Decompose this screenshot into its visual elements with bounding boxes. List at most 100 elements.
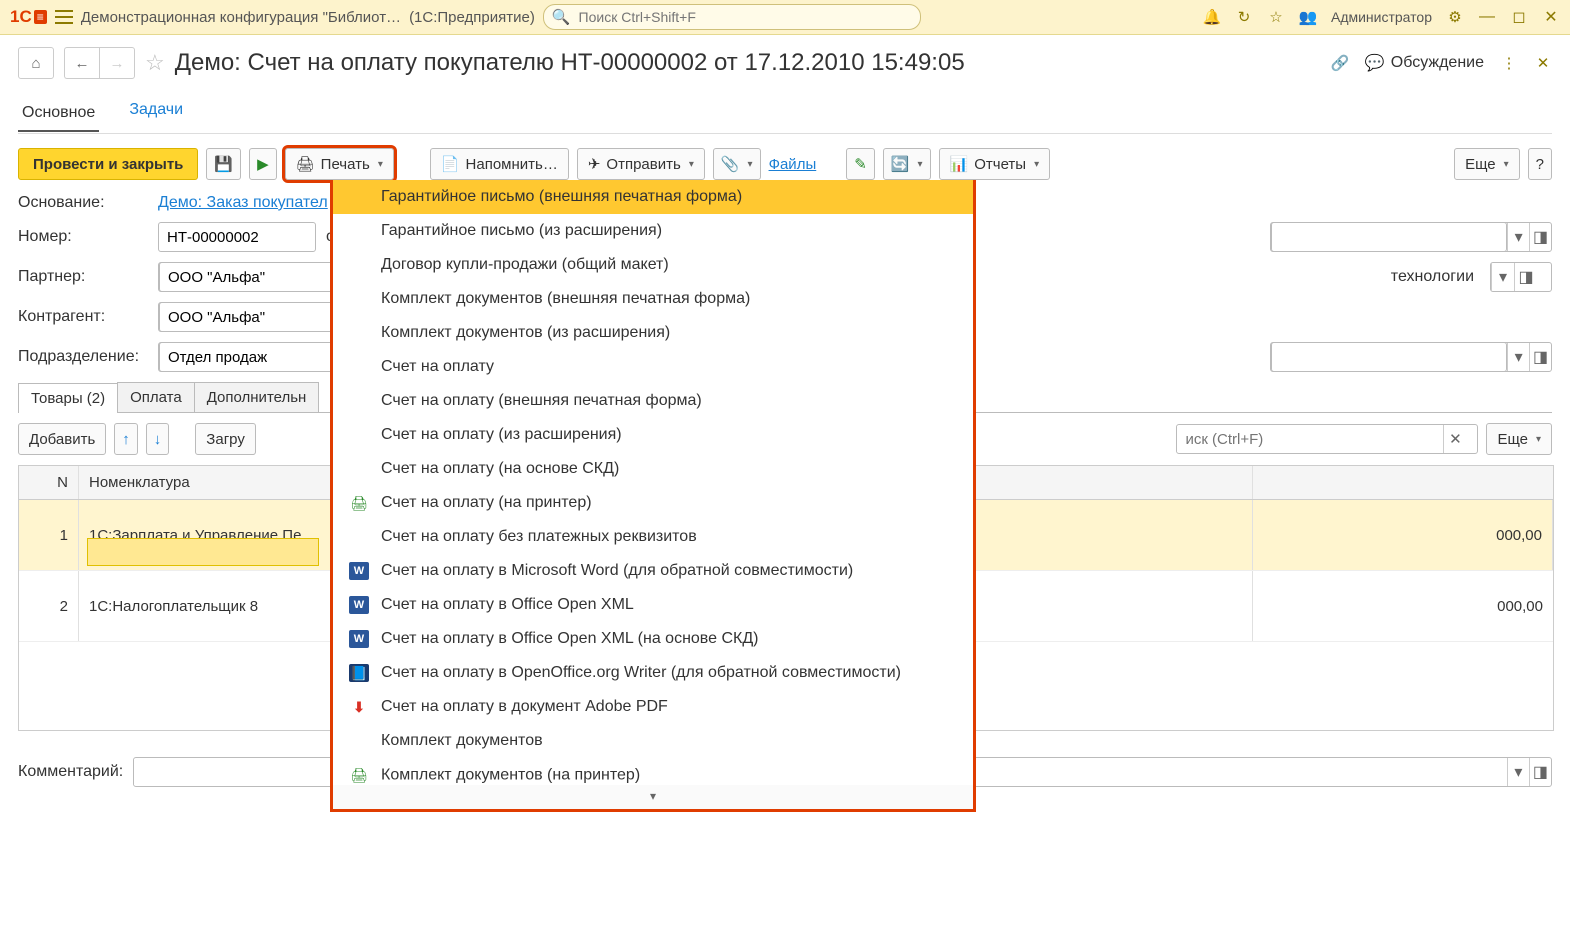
- tab-payment[interactable]: Оплата: [117, 382, 195, 412]
- post-close-button[interactable]: Провести и закрыть: [18, 148, 198, 180]
- maximize-button[interactable]: ◻: [1510, 8, 1528, 26]
- remind-button[interactable]: 📄 Напомнить…: [430, 148, 569, 180]
- print-menu-item[interactable]: ⬇Счет на оплату в документ Adobe PDF: [333, 690, 973, 724]
- odt-icon: 📘: [349, 664, 369, 682]
- print-menu-item[interactable]: Комплект документов: [333, 724, 973, 758]
- favorite-toggle[interactable]: ☆: [145, 50, 165, 76]
- print-menu-item[interactable]: 🖨Счет на оплату (на принтер): [333, 486, 973, 520]
- dept-input[interactable]: [159, 342, 353, 372]
- print-menu-item[interactable]: Гарантийное письмо (внешняя печатная фор…: [333, 180, 973, 214]
- menu-item-label: Счет на оплату без платежных реквизитов: [381, 528, 697, 546]
- post-button[interactable]: ▶: [249, 148, 277, 180]
- print-menu-item[interactable]: Договор купли-продажи (общий макет): [333, 248, 973, 282]
- tab-goods[interactable]: Товары (2): [18, 383, 118, 413]
- related-button[interactable]: 🔄▾: [883, 148, 931, 180]
- chart-icon: 📊: [950, 155, 969, 173]
- grid-search-input[interactable]: [1177, 426, 1443, 452]
- subnav: Основное Задачи: [18, 85, 1552, 134]
- history-icon[interactable]: ↻: [1235, 8, 1253, 26]
- link-icon[interactable]: 🔗: [1331, 54, 1349, 72]
- combo-dropdown-icon[interactable]: ▾: [1507, 223, 1529, 251]
- cell-editor[interactable]: [87, 538, 319, 566]
- send-button[interactable]: ✈ Отправить ▾: [577, 148, 705, 180]
- settings-icon[interactable]: ⚙: [1446, 8, 1464, 26]
- close-tab-button[interactable]: ✕: [1534, 54, 1552, 72]
- partner-input[interactable]: [159, 262, 353, 292]
- menu-item-label: Счет на оплату в Microsoft Word (для обр…: [381, 562, 853, 580]
- menu-item-label: Счет на оплату (на основе СКД): [381, 460, 619, 478]
- comment-dropdown-icon[interactable]: ▾: [1507, 758, 1529, 786]
- number-input[interactable]: [158, 222, 316, 252]
- partner-label: Партнер:: [18, 268, 148, 286]
- related-icon: 🔄: [891, 155, 910, 173]
- menu-icon[interactable]: [55, 10, 73, 24]
- minimize-button[interactable]: —: [1478, 8, 1496, 26]
- number-label: Номер:: [18, 228, 148, 246]
- subnav-tasks[interactable]: Задачи: [125, 95, 187, 127]
- load-button[interactable]: Загру: [195, 423, 256, 455]
- add-row-button[interactable]: Добавить: [18, 423, 106, 455]
- save-button[interactable]: 💾: [206, 148, 241, 180]
- clear-search-icon[interactable]: ✕: [1443, 425, 1466, 453]
- print-button[interactable]: 🖨 Печать ▾: [285, 148, 394, 180]
- right-combo-1[interactable]: ▾◨: [1270, 222, 1552, 252]
- home-button[interactable]: ⌂: [18, 47, 54, 79]
- grid-search[interactable]: ✕: [1176, 424, 1478, 454]
- close-button[interactable]: ✕: [1542, 8, 1560, 26]
- blank-icon: [349, 426, 369, 444]
- print-menu-item[interactable]: WСчет на оплату в Office Open XML: [333, 588, 973, 622]
- forward-button[interactable]: →: [99, 47, 135, 79]
- print-menu-item[interactable]: Комплект документов (внешняя печатная фо…: [333, 282, 973, 316]
- combo-open-icon[interactable]: ◨: [1529, 223, 1551, 251]
- print-menu-item[interactable]: WСчет на оплату в Microsoft Word (для об…: [333, 554, 973, 588]
- edit-button[interactable]: ✎: [846, 148, 875, 180]
- files-link[interactable]: Файлы: [769, 156, 817, 173]
- menu-item-label: Комплект документов: [381, 732, 543, 750]
- global-search-input[interactable]: [577, 8, 912, 26]
- grid-more-button[interactable]: Еще▾: [1486, 423, 1552, 455]
- tab-extra[interactable]: Дополнительн: [194, 382, 320, 412]
- chat-icon: 💬: [1365, 53, 1385, 73]
- reports-button[interactable]: 📊 Отчеты ▾: [939, 148, 1051, 180]
- kebab-icon[interactable]: ⋮: [1500, 54, 1518, 72]
- move-up-button[interactable]: ↑: [114, 423, 138, 455]
- discuss-button[interactable]: 💬 Обсуждение: [1365, 53, 1484, 73]
- global-search[interactable]: 🔍: [543, 4, 921, 30]
- print-menu-item[interactable]: Счет на оплату (на основе СКД): [333, 452, 973, 486]
- print-menu-item[interactable]: Гарантийное письмо (из расширения): [333, 214, 973, 248]
- star-icon[interactable]: ☆: [1267, 8, 1285, 26]
- print-menu-item-cut[interactable]: 🖨Комплект документов (на принтер): [333, 758, 973, 785]
- blank-icon: [349, 256, 369, 274]
- pdf-icon: ⬇: [349, 698, 369, 716]
- col-n[interactable]: N: [19, 466, 79, 499]
- contractor-input[interactable]: [159, 302, 353, 332]
- printer-icon: 🖨: [296, 155, 315, 173]
- dropdown-scroll-down[interactable]: ▾: [333, 785, 973, 809]
- col-sum[interactable]: [1253, 466, 1553, 499]
- word-icon: W: [349, 630, 369, 648]
- print-menu-item[interactable]: Счет на оплату (из расширения): [333, 418, 973, 452]
- reminder-icon: 📄: [441, 155, 460, 173]
- basis-link[interactable]: Демо: Заказ покупател: [158, 194, 328, 212]
- help-button[interactable]: ?: [1528, 148, 1552, 180]
- subnav-main[interactable]: Основное: [18, 98, 99, 132]
- bell-icon[interactable]: 🔔: [1203, 8, 1221, 26]
- attach-button[interactable]: 📎▾: [713, 148, 761, 180]
- print-menu-item[interactable]: W Счет на оплату в Office Open XML (на ос…: [333, 622, 973, 656]
- comment-open-icon[interactable]: ◨: [1529, 758, 1551, 786]
- print-menu-item[interactable]: Счет на оплату без платежных реквизитов: [333, 520, 973, 554]
- menu-item-label: Счет на оплату в Office Open XML (на осн…: [381, 630, 759, 648]
- more-button[interactable]: Еще▾: [1454, 148, 1520, 180]
- back-button[interactable]: ←: [64, 47, 99, 79]
- user-name[interactable]: Администратор: [1331, 9, 1432, 25]
- right-combo-2[interactable]: ▾◨: [1490, 262, 1552, 292]
- right-combo-3[interactable]: ▾◨: [1270, 342, 1552, 372]
- move-down-button[interactable]: ↓: [146, 423, 170, 455]
- blank-icon: [349, 324, 369, 342]
- print-menu-item[interactable]: Счет на оплату (внешняя печатная форма): [333, 384, 973, 418]
- basis-label: Основание:: [18, 194, 148, 212]
- print-menu-item[interactable]: Комплект документов (из расширения): [333, 316, 973, 350]
- print-menu-item[interactable]: 📘Счет на оплату в OpenOffice.org Writer …: [333, 656, 973, 690]
- print-menu-item[interactable]: Счет на оплату: [333, 350, 973, 384]
- users-icon[interactable]: 👥: [1299, 8, 1317, 26]
